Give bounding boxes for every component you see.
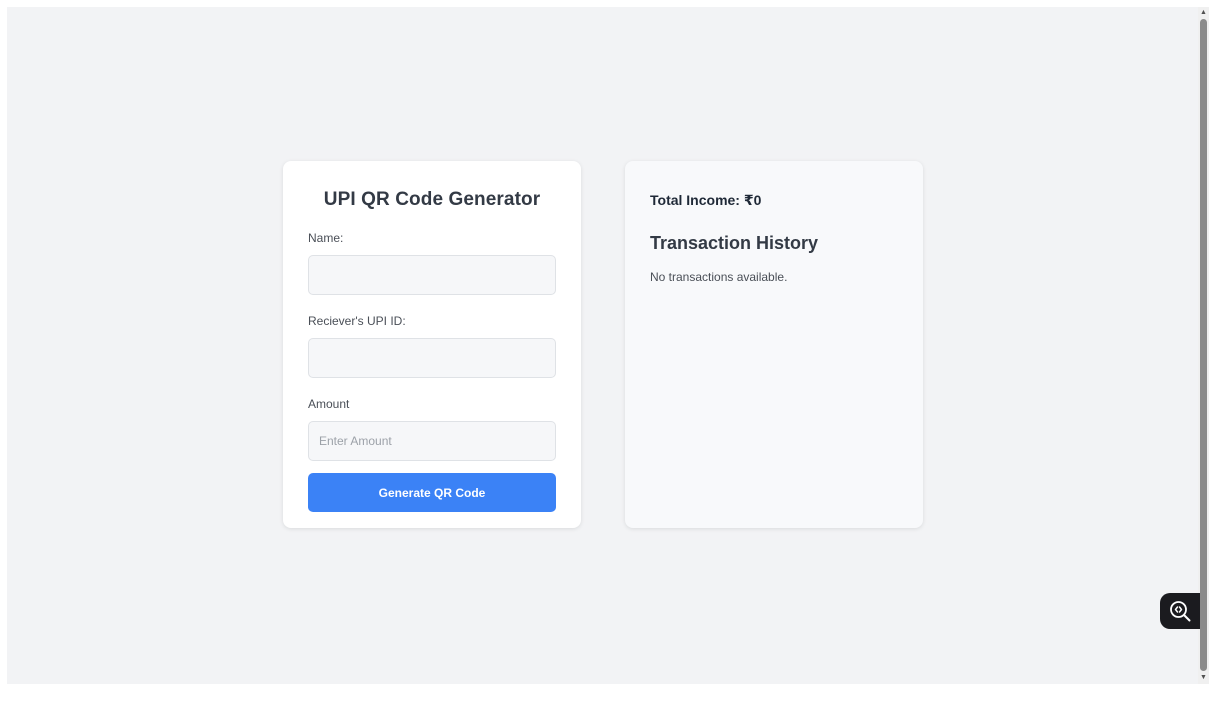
- qr-generator-card: UPI QR Code Generator Name: Reciever's U…: [283, 161, 581, 528]
- page-background: UPI QR Code Generator Name: Reciever's U…: [7, 7, 1198, 684]
- name-input[interactable]: [308, 255, 556, 295]
- form-title: UPI QR Code Generator: [323, 189, 541, 210]
- history-title: Transaction History: [650, 233, 819, 253]
- chevron-up-icon[interactable]: ▲: [1199, 8, 1208, 18]
- inspect-code-button[interactable]: [1160, 593, 1200, 629]
- upi-id-label: Reciever's UPI ID:: [308, 314, 406, 328]
- transaction-history-card: Total Income: ₹0 Transaction History No …: [625, 161, 923, 528]
- amount-label: Amount: [308, 397, 350, 411]
- page-scrollbar[interactable]: ▲ ▼: [1198, 7, 1209, 684]
- empty-history-message: No transactions available.: [650, 270, 788, 284]
- generate-qr-button[interactable]: Generate QR Code: [308, 473, 556, 512]
- name-label: Name:: [308, 231, 344, 245]
- amount-input[interactable]: [308, 421, 556, 461]
- total-income: Total Income: ₹0: [650, 192, 762, 208]
- chevron-down-icon[interactable]: ▼: [1199, 673, 1208, 683]
- upi-id-input[interactable]: [308, 338, 556, 378]
- scrollbar-thumb[interactable]: [1200, 19, 1207, 671]
